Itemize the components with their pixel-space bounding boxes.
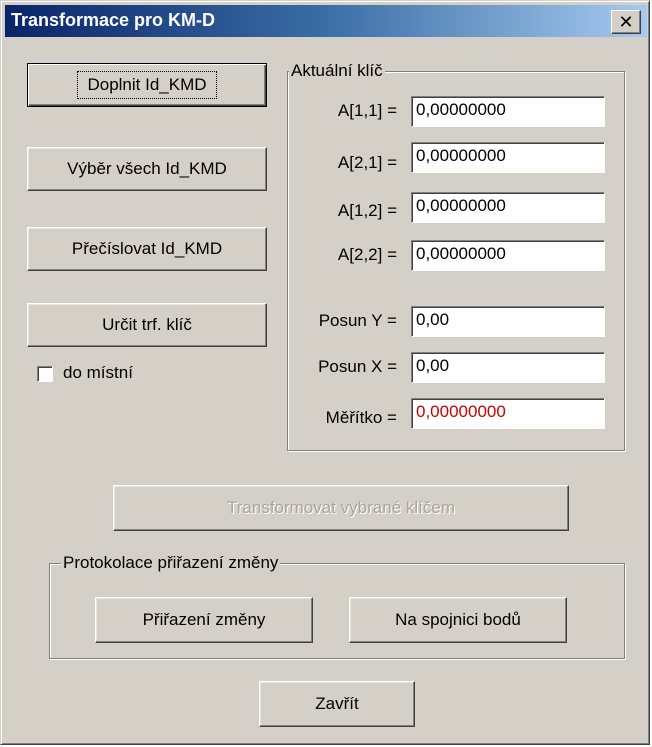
doplnit-id-kmd-button[interactable]: Doplnit Id_KMD xyxy=(27,63,267,107)
do-mistni-checkbox[interactable] xyxy=(37,366,53,382)
a11-field[interactable]: 0,00000000 xyxy=(411,96,605,127)
prirazeni-zmeny-label: Přiřazení změny xyxy=(142,610,266,629)
vyber-vsech-id-kmd-button[interactable]: Výběr všech Id_KMD xyxy=(27,147,267,191)
zavrit-label: Zavřít xyxy=(315,694,359,713)
a12-field[interactable]: 0,00000000 xyxy=(411,192,605,223)
na-spojnici-bodu-button[interactable]: Na spojnici bodů xyxy=(349,597,567,643)
title-bar[interactable]: Transformace pro KM-D ✕ xyxy=(5,5,647,37)
transformovat-vybrane-button[interactable]: Transformovat vybrané klíčem xyxy=(113,485,569,531)
precislovat-id-kmd-label: Přečíslovat Id_KMD xyxy=(71,239,223,258)
vyber-vsech-id-kmd-label: Výběr všech Id_KMD xyxy=(67,159,227,178)
a11-label: A[1,1] = xyxy=(337,101,397,120)
posun-y-field[interactable]: 0,00 xyxy=(411,306,605,337)
meritko-field[interactable]: 0,00000000 xyxy=(411,398,605,429)
precislovat-id-kmd-button[interactable]: Přečíslovat Id_KMD xyxy=(27,227,267,271)
a12-label: A[1,2] = xyxy=(337,201,397,220)
aktualni-klic-legend: Aktuální klíč xyxy=(289,61,385,81)
urcit-trf-klic-button[interactable]: Určit trf. klíč xyxy=(27,303,267,347)
urcit-trf-klic-label: Určit trf. klíč xyxy=(102,315,192,334)
prirazeni-zmeny-button[interactable]: Přiřazení změny xyxy=(95,597,313,643)
a22-field[interactable]: 0,00000000 xyxy=(411,240,605,271)
posun-x-field[interactable]: 0,00 xyxy=(411,352,605,383)
a21-label: A[2,1] = xyxy=(337,153,397,172)
posun-y-label: Posun Y = xyxy=(318,311,397,330)
window-title: Transformace pro KM-D xyxy=(11,10,216,30)
zavrit-button[interactable]: Zavřít xyxy=(259,681,415,727)
doplnit-id-kmd-label: Doplnit Id_KMD xyxy=(77,71,217,99)
posun-x-label: Posun X = xyxy=(318,357,397,376)
do-mistni-label: do místní xyxy=(63,363,133,382)
meritko-label: Měřítko = xyxy=(325,408,397,427)
close-button[interactable]: ✕ xyxy=(611,10,641,34)
dialog-window: Transformace pro KM-D ✕ Doplnit Id_KMD V… xyxy=(0,0,650,745)
a21-field[interactable]: 0,00000000 xyxy=(411,142,605,173)
protokolace-legend: Protokolace přiřazení změny xyxy=(61,553,281,573)
close-icon: ✕ xyxy=(618,12,634,32)
na-spojnici-bodu-label: Na spojnici bodů xyxy=(395,610,521,629)
transformovat-vybrane-label: Transformovat vybrané klíčem xyxy=(227,498,455,517)
a22-label: A[2,2] = xyxy=(337,245,397,264)
